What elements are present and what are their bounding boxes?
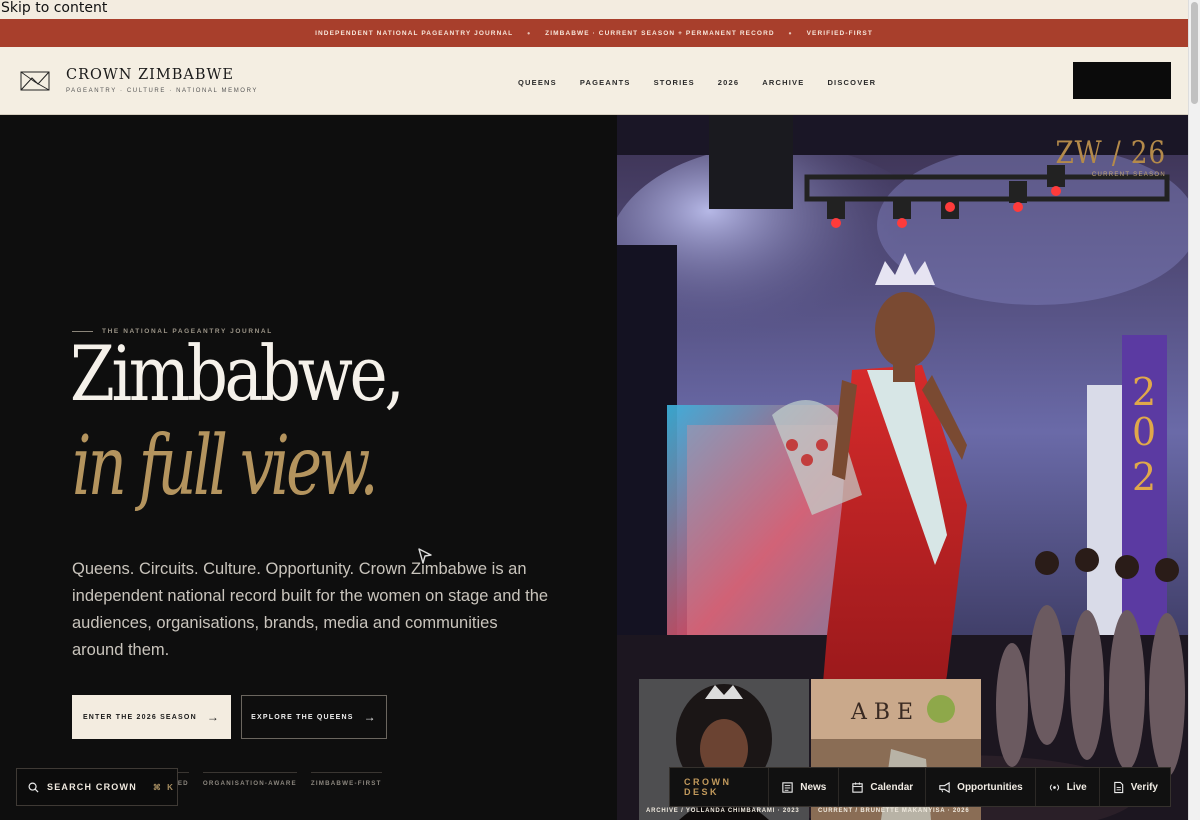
nav-stories[interactable]: Stories [654,78,695,87]
search-crown-button[interactable]: SEARCH CROWN ⌘ K [16,768,178,806]
site-header: CROWN ZIMBABWE Pageantry · Culture · Nat… [0,47,1188,115]
hero-headline-line1: Zimbabwe, [70,329,405,418]
hero-lede: Queens. Circuits. Culture. Opportunity. … [72,560,549,659]
season-label: Current Season [1091,172,1166,178]
desk-news-label: News [800,781,827,793]
desk-calendar-button[interactable]: Calendar [839,768,927,806]
desk-live-label: Live [1066,781,1087,793]
document-check-icon [1113,781,1123,793]
stage-banner-digit: 0 [1132,410,1156,454]
feature-pill: Organisation-Aware [202,772,297,787]
skip-to-content-link[interactable]: Skip to content [0,0,1188,19]
newspaper-icon [782,781,793,793]
announcement-separator: • [788,28,793,38]
thumbnail-caption: Current / Brunette Makanyisa · 2026 [818,808,970,814]
megaphone-icon [939,781,950,793]
desk-verify-label: Verify [1130,781,1158,793]
nav-queens[interactable]: Queens [518,78,557,87]
calendar-icon [852,781,864,793]
stage-banner-digits: 2 [1132,370,1156,414]
crown-desk-title: CROWN DESK [670,768,770,806]
scrollbar-thumb[interactable] [1191,2,1198,104]
desk-opportunities-label: Opportunities [957,781,1023,793]
hero-text-panel: The National Pageantry Journal Zimbabwe,… [0,115,617,820]
announcement-item: Verified-First [806,29,873,37]
hero-feature-pills: E-Linked Organisation-Aware Zimbabwe-Fir… [150,772,382,787]
mouse-cursor-icon [418,548,432,564]
nav-pageants[interactable]: Pageants [580,78,631,87]
broadcast-icon [1049,783,1059,791]
nav-2026[interactable]: 2026 [718,78,740,87]
background-sign-text: A B E [850,700,913,725]
explore-queens-label: Explore the Queens [251,713,354,721]
season-mark: ZW / 26 Current Season [1036,135,1166,178]
desk-news-button[interactable]: News [769,768,840,806]
explore-queens-button[interactable]: Explore the Queens → [241,695,387,739]
brand-name[interactable]: CROWN ZIMBABWE [66,67,234,83]
arrow-right-icon: → [363,710,377,724]
enter-season-label: Enter the 2026 Season [82,713,197,721]
thumbnail-caption: Archive / Yollanda Chimbarami · 2023 [646,808,800,814]
desk-verify-button[interactable]: Verify [1100,768,1170,806]
hero-headline-line2: in full view. [72,419,379,514]
main-nav: Queens Pageants Stories 2026 Archive Dis… [518,78,876,87]
announcement-separator: • [527,28,532,38]
desk-live-button[interactable]: Live [1036,768,1100,806]
season-code: ZW / 26 [1055,135,1166,171]
search-icon [28,782,39,793]
search-shortcut: ⌘ K [152,782,175,792]
nav-archive[interactable]: Archive [762,78,804,87]
announcement-bar: Independent National Pageantry Journal •… [0,19,1188,47]
announcement-item: Independent National Pageantry Journal [315,29,514,37]
page-scrollbar[interactable] [1188,0,1200,820]
crown-desk-toolbar: CROWN DESK News Calendar Opportunities L… [669,767,1171,807]
brand-tagline: Pageantry · Culture · National Memory [66,88,258,94]
nav-discover[interactable]: Discover [827,78,876,87]
envelope-logo-icon[interactable] [20,71,50,91]
search-label: SEARCH CROWN [47,782,137,792]
enter-season-button[interactable]: Enter the 2026 Season → [72,695,231,739]
desk-calendar-label: Calendar [870,781,914,793]
stage-banner-digit: 2 [1132,455,1156,499]
desk-opportunities-button[interactable]: Opportunities [926,768,1036,806]
header-cta-button[interactable] [1073,62,1171,99]
announcement-item: Zimbabwe · Current Season + Permanent Re… [545,29,775,37]
arrow-right-icon: → [206,710,221,724]
feature-pill: Zimbabwe-First [310,772,382,787]
